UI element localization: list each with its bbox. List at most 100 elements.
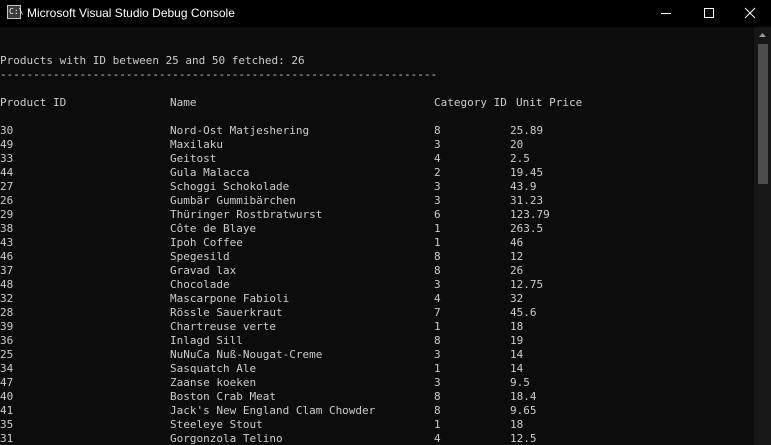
debug-console-window: C:\ Microsoft Visual Studio Debug Consol…	[0, 0, 771, 445]
product-name-cell: Chocolade	[170, 278, 230, 291]
category-id-cell: 1	[434, 418, 441, 431]
product-id-cell: 28	[0, 306, 14, 319]
product-id-cell: 34	[0, 362, 14, 375]
unit-price-cell: 2.5	[510, 152, 530, 165]
category-id-cell: 8	[434, 264, 441, 277]
category-id-cell: 1	[434, 222, 441, 235]
product-name-cell: Gumbär Gummibärchen	[170, 194, 296, 207]
separator-line: ----------------------------------------…	[0, 68, 438, 81]
category-id-cell: 1	[434, 236, 441, 249]
table-row: 29 Thüringer Rostbratwurst 6 123.79	[0, 208, 754, 222]
minimize-button[interactable]	[643, 0, 689, 27]
table-row: 37 Gravad lax 8 26	[0, 264, 754, 278]
header-name: Name	[170, 96, 197, 109]
unit-price-cell: 46	[510, 236, 524, 249]
vertical-scrollbar[interactable]	[754, 27, 771, 445]
table-row: 35 Steeleye Stout 1 18	[0, 418, 754, 432]
category-id-cell: 4	[434, 152, 441, 165]
close-button[interactable]	[725, 0, 771, 27]
table-row: 47 Zaanse koeken 3 9.5	[0, 376, 754, 390]
fetch-summary: Products with ID between 25 and 50 fetch…	[0, 54, 305, 67]
unit-price-cell: 14	[510, 348, 524, 361]
console-app-icon[interactable]: C:\	[7, 5, 24, 19]
table-row: 46 Spegesild 8 12	[0, 250, 754, 264]
unit-price-cell: 18.4	[510, 390, 537, 403]
category-id-cell: 4	[434, 292, 441, 305]
unit-price-cell: 20	[510, 138, 524, 151]
product-name-cell: Maxilaku	[170, 138, 223, 151]
unit-price-cell: 31.23	[510, 194, 544, 207]
category-id-cell: 1	[434, 362, 441, 375]
minimize-icon	[661, 13, 671, 14]
product-name-cell: Gula Malacca	[170, 166, 250, 179]
table-row: 36 Inlagd Sill 8 19	[0, 334, 754, 348]
category-id-cell: 8	[434, 334, 441, 347]
unit-price-cell: 18	[510, 320, 524, 333]
unit-price-cell: 12	[510, 250, 524, 263]
product-id-cell: 36	[0, 334, 14, 347]
scroll-up-button[interactable]	[754, 27, 771, 44]
category-id-cell: 3	[434, 278, 441, 291]
category-id-cell: 8	[434, 390, 441, 403]
scroll-up-arrow-icon	[759, 33, 766, 37]
product-name-cell: Nord-Ost Matjeshering	[170, 124, 310, 137]
unit-price-cell: 9.65	[510, 404, 537, 417]
category-id-cell: 3	[434, 194, 441, 207]
table-row: 33 Geitost 4 2.5	[0, 152, 754, 166]
table-row: 26 Gumbär Gummibärchen 3 31.23	[0, 194, 754, 208]
product-name-cell: Steeleye Stout	[170, 418, 263, 431]
unit-price-cell: 12.5	[510, 432, 537, 445]
scroll-thumb[interactable]	[758, 44, 768, 184]
window-title: Microsoft Visual Studio Debug Console	[27, 6, 235, 20]
unit-price-cell: 19	[510, 334, 524, 347]
unit-price-cell: 263.5	[510, 222, 544, 235]
product-id-cell: 33	[0, 152, 14, 165]
table-row: 25 NuNuCa Nuß-Nougat-Creme 3 14	[0, 348, 754, 362]
unit-price-cell: 25.89	[510, 124, 544, 137]
table-row: 44 Gula Malacca 2 19.45	[0, 166, 754, 180]
product-id-cell: 44	[0, 166, 14, 179]
unit-price-cell: 9.5	[510, 376, 530, 389]
product-name-cell: Sasquatch Ale	[170, 362, 257, 375]
product-id-cell: 46	[0, 250, 14, 263]
close-icon	[744, 7, 756, 19]
product-id-cell: 35	[0, 418, 14, 431]
category-id-cell: 1	[434, 320, 441, 333]
header-unit-price: Unit Price	[516, 96, 583, 109]
product-id-cell: 48	[0, 278, 14, 291]
table-row: 48 Chocolade 3 12.75	[0, 278, 754, 292]
product-id-cell: 29	[0, 208, 14, 221]
category-id-cell: 2	[434, 166, 441, 179]
product-name-cell: Schoggi Schokolade	[170, 180, 290, 193]
table-row: 39 Chartreuse verte 1 18	[0, 320, 754, 334]
category-id-cell: 6	[434, 208, 441, 221]
product-name-cell: Jack's New England Clam Chowder	[170, 404, 376, 417]
category-id-cell: 4	[434, 432, 441, 445]
product-id-cell: 38	[0, 222, 14, 235]
product-name-cell: Boston Crab Meat	[170, 390, 276, 403]
category-id-cell: 7	[434, 306, 441, 319]
console-app-icon-glyph: C:\	[9, 7, 24, 16]
table-row: 30 Nord-Ost Matjeshering 8 25.89	[0, 124, 754, 138]
product-id-cell: 40	[0, 390, 14, 403]
unit-price-cell: 18	[510, 418, 524, 431]
title-bar[interactable]: C:\ Microsoft Visual Studio Debug Consol…	[0, 0, 771, 27]
product-id-cell: 32	[0, 292, 14, 305]
product-name-cell: NuNuCa Nuß-Nougat-Creme	[170, 348, 323, 361]
product-id-cell: 27	[0, 180, 14, 193]
product-name-cell: Mascarpone Fabioli	[170, 292, 290, 305]
table-row: 40 Boston Crab Meat 8 18.4	[0, 390, 754, 404]
unit-price-cell: 19.45	[510, 166, 544, 179]
category-id-cell: 3	[434, 180, 441, 193]
unit-price-cell: 12.75	[510, 278, 544, 291]
product-name-cell: Côte de Blaye	[170, 222, 257, 235]
table-row: 43 Ipoh Coffee 1 46	[0, 236, 754, 250]
product-id-cell: 31	[0, 432, 14, 445]
product-id-cell: 41	[0, 404, 14, 417]
unit-price-cell: 123.79	[510, 208, 550, 221]
product-name-cell: Geitost	[170, 152, 217, 165]
product-name-cell: Inlagd Sill	[170, 334, 243, 347]
product-name-cell: Thüringer Rostbratwurst	[170, 208, 323, 221]
console-output[interactable]: Products with ID between 25 and 50 fetch…	[0, 27, 754, 445]
product-name-cell: Chartreuse verte	[170, 320, 276, 333]
